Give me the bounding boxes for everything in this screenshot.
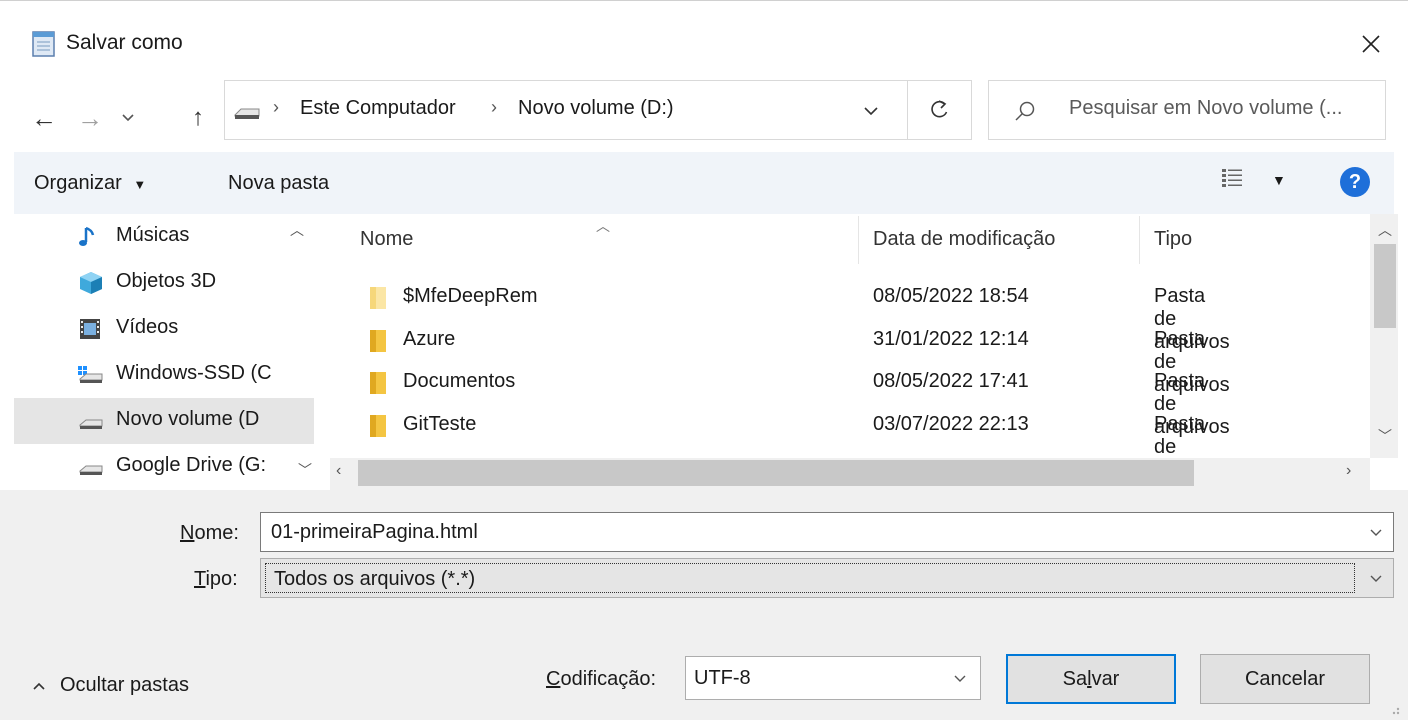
search-icon [1013, 99, 1037, 123]
focus-outline: Todos os arquivos (*.*) [265, 563, 1355, 593]
nav-scroll-down-icon[interactable]: ﹀ [298, 460, 312, 480]
nav-item-musicas[interactable]: Músicas [14, 214, 314, 260]
help-button[interactable]: ? [1340, 167, 1370, 197]
table-row[interactable]: Documentos 08/05/2022 17:41 Pasta de arq… [0, 362, 1230, 438]
file-name: Azure [403, 328, 456, 350]
chevron-up-icon [32, 678, 46, 694]
breadcrumb-separator-icon: › [491, 97, 497, 117]
up-arrow-icon[interactable]: ↑ [180, 96, 216, 140]
file-date: 08/05/2022 18:54 [873, 285, 1029, 307]
column-header-nome[interactable]: Nome [360, 228, 413, 251]
folder-icon [368, 413, 388, 439]
address-dropdown-icon[interactable] [853, 91, 889, 131]
scroll-up-icon[interactable]: ︿ [1378, 220, 1392, 240]
resize-grip-icon[interactable] [1386, 700, 1402, 716]
file-name: GitTeste [403, 413, 477, 435]
music-icon [76, 224, 106, 250]
close-icon [1362, 35, 1380, 53]
refresh-icon[interactable] [907, 81, 971, 139]
folder-icon [368, 285, 388, 311]
breadcrumb-novo-volume[interactable]: Novo volume (D:) [518, 97, 674, 120]
cancel-button[interactable]: Cancelar [1200, 654, 1370, 704]
file-name-value: 01-primeiraPagina.html [271, 521, 478, 543]
column-divider[interactable] [1139, 216, 1140, 264]
view-options-icon[interactable] [1220, 166, 1244, 190]
hide-folders-button[interactable]: Ocultar pastas [32, 674, 189, 697]
encoding-value: UTF-8 [694, 667, 751, 689]
table-row[interactable]: Azure 31/01/2022 12:14 Pasta de arquivos [0, 320, 1230, 396]
scroll-left-icon[interactable]: ‹ [336, 462, 341, 480]
recent-locations-chevron-icon[interactable] [116, 96, 140, 140]
notepad-icon [30, 30, 58, 58]
file-name-input[interactable]: 01-primeiraPagina.html [260, 512, 1394, 552]
sort-ascending-icon: ︿ [596, 218, 610, 234]
horizontal-scrollbar-thumb[interactable] [358, 460, 1194, 486]
file-date: 03/07/2022 22:13 [873, 413, 1029, 435]
nav-item-label: Google Drive (G: [116, 454, 267, 476]
breadcrumb-este-computador[interactable]: Este Computador [300, 97, 456, 120]
table-row[interactable]: GitTeste 03/07/2022 22:13 Pasta de arqui… [0, 405, 1230, 481]
encoding-select[interactable]: UTF-8 [685, 656, 981, 700]
hide-folders-label: Ocultar pastas [60, 674, 189, 696]
nav-item-google-drive[interactable]: Google Drive (G: [14, 444, 314, 490]
encoding-label: Codificação: [546, 668, 657, 690]
column-header-tipo[interactable]: Tipo [1154, 228, 1192, 251]
scroll-right-icon[interactable]: › [1346, 462, 1351, 480]
file-name: Documentos [403, 370, 516, 392]
view-dropdown-icon[interactable]: ▼ [1272, 172, 1286, 188]
folder-icon [368, 328, 388, 354]
file-date: 31/01/2022 12:14 [873, 328, 1029, 350]
close-button[interactable] [1346, 20, 1396, 68]
file-name: $MfeDeepRem [403, 285, 538, 307]
chevron-down-icon[interactable] [1361, 519, 1391, 547]
nav-scroll-up-icon[interactable]: ︿ [290, 220, 304, 240]
drive-icon [76, 454, 106, 480]
caret-down-icon: ▼ [133, 177, 147, 192]
folder-icon [368, 370, 388, 396]
drive-icon [233, 103, 261, 121]
dialog-edge [0, 0, 1408, 8]
chevron-down-icon[interactable] [946, 665, 974, 693]
organize-label: Organizar [34, 172, 122, 194]
file-type-select[interactable]: Todos os arquivos (*.*) [260, 558, 1394, 598]
column-divider[interactable] [858, 216, 859, 264]
name-label: Nome: [180, 522, 239, 544]
window-title: Salvar como [66, 31, 183, 54]
file-date: 08/05/2022 17:41 [873, 370, 1029, 392]
scroll-down-icon[interactable]: ﹀ [1378, 426, 1392, 446]
new-folder-button[interactable]: Nova pasta [228, 172, 329, 195]
search-input[interactable]: Pesquisar em Novo volume (... [988, 80, 1386, 140]
chevron-down-icon[interactable] [1361, 565, 1391, 593]
breadcrumb-separator-icon: › [273, 97, 279, 117]
column-header-data[interactable]: Data de modificação [873, 228, 1055, 251]
table-row[interactable]: $MfeDeepRem 08/05/2022 18:54 Pasta de ar… [0, 277, 1230, 353]
address-bar[interactable]: › Este Computador › Novo volume (D:) [224, 80, 972, 140]
search-placeholder: Pesquisar em Novo volume (... [1069, 97, 1343, 119]
type-label: Tipo: [194, 568, 238, 590]
file-type-value: Todos os arquivos (*.*) [274, 568, 476, 590]
vertical-scrollbar-thumb[interactable] [1374, 244, 1396, 328]
back-arrow-icon[interactable]: ← [26, 96, 62, 140]
toolbar [14, 152, 1394, 214]
organize-button[interactable]: Organizar ▼ [34, 172, 146, 195]
nav-item-label: Músicas [116, 224, 190, 246]
forward-arrow-icon[interactable]: → [72, 96, 108, 140]
save-button[interactable]: Sa l var [1006, 654, 1176, 704]
